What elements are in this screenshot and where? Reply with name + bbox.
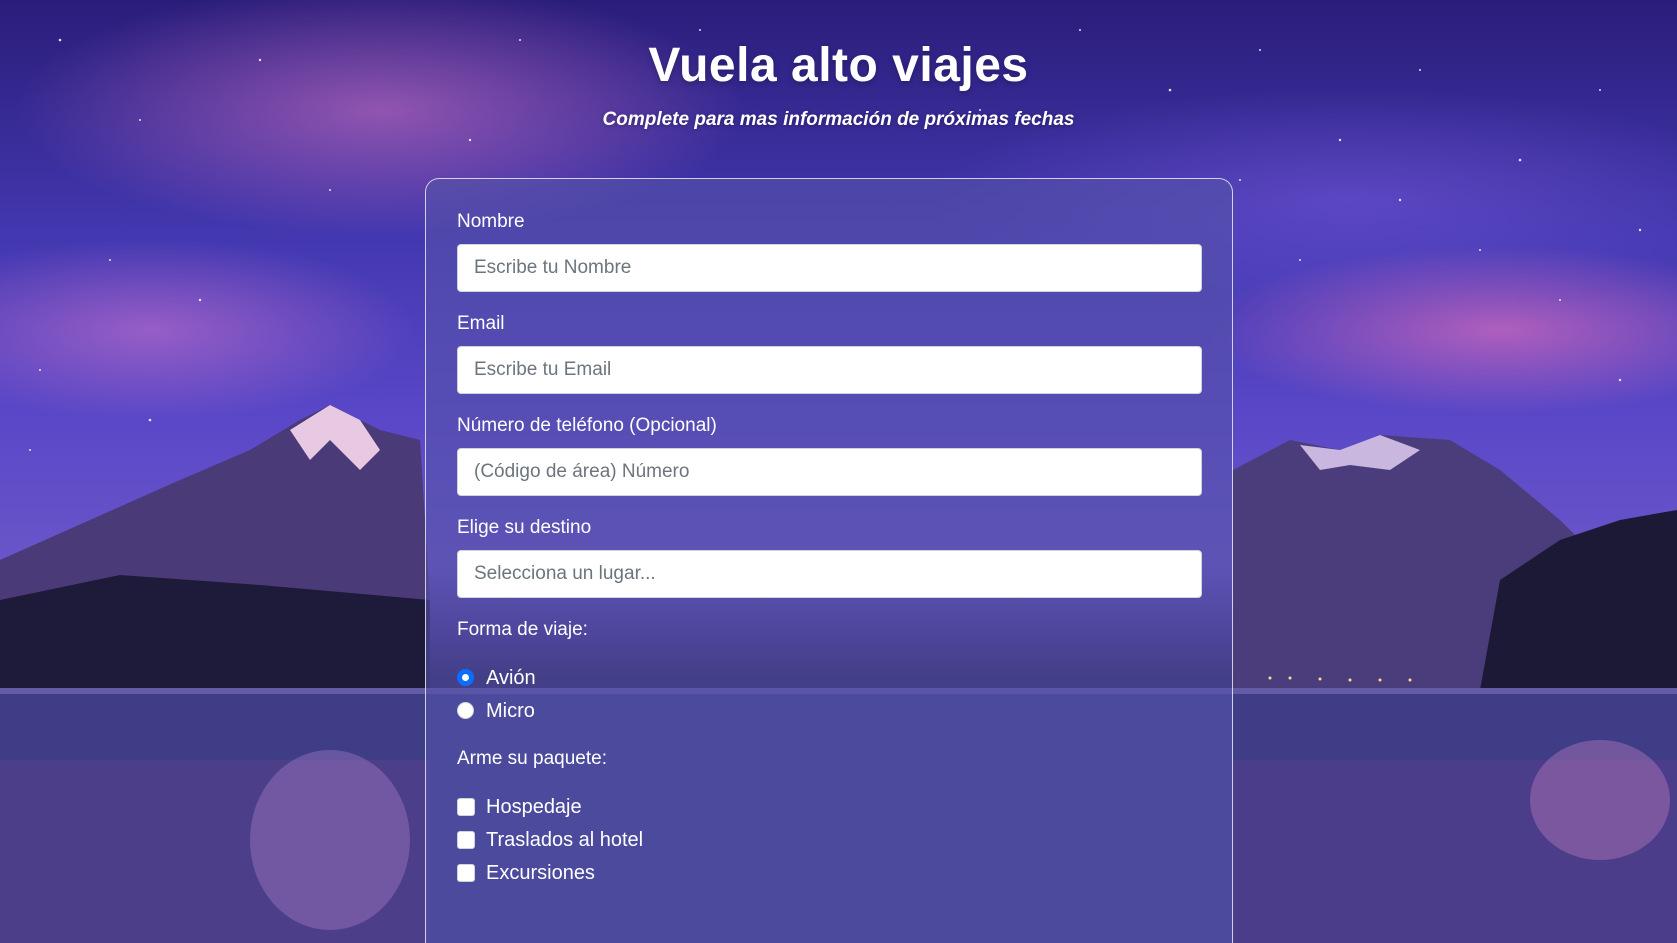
travel-mode-option-avion[interactable]: Avión: [457, 661, 1201, 694]
page-title: Vuela alto viajes: [648, 39, 1029, 92]
traslados-checkbox-label[interactable]: Traslados al hotel: [486, 828, 643, 852]
phone-field-group: Número de teléfono (Opcional): [457, 414, 1202, 496]
travel-mode-option-micro[interactable]: Micro: [457, 694, 1201, 727]
destination-field-group: Elige su destino: [457, 516, 1202, 598]
destination-label: Elige su destino: [457, 517, 592, 538]
avion-radio-label[interactable]: Avión: [486, 666, 536, 690]
contact-form: Nombre Email Número de teléfono (Opciona…: [425, 178, 1233, 943]
email-input[interactable]: [457, 346, 1202, 394]
hospedaje-checkbox-label[interactable]: Hospedaje: [486, 795, 582, 819]
package-checkbox-group: Hospedaje Traslados al hotel Excursiones: [457, 790, 1201, 889]
micro-radio-label[interactable]: Micro: [486, 699, 535, 723]
package-option-excursiones[interactable]: Excursiones: [457, 856, 1201, 889]
destination-input[interactable]: [457, 550, 1202, 598]
package-option-traslados[interactable]: Traslados al hotel: [457, 823, 1201, 856]
travel-mode-radio-group: Avión Micro: [457, 661, 1201, 727]
page-subtitle: Complete para mas información de próxima…: [602, 109, 1075, 130]
name-input[interactable]: [457, 244, 1202, 292]
phone-input[interactable]: [457, 448, 1202, 496]
page-header: Vuela alto viajes Complete para mas info…: [0, 34, 1677, 132]
excursiones-checkbox-label[interactable]: Excursiones: [486, 861, 595, 885]
email-field-group: Email: [457, 312, 1202, 394]
phone-label: Número de teléfono (Opcional): [457, 415, 717, 436]
package-label: Arme su paquete:: [457, 748, 607, 769]
excursiones-checkbox[interactable]: [457, 863, 475, 882]
name-label: Nombre: [457, 211, 525, 232]
email-label: Email: [457, 313, 505, 334]
traslados-checkbox[interactable]: [457, 830, 475, 849]
name-field-group: Nombre: [457, 210, 1202, 292]
micro-radio[interactable]: [457, 702, 474, 719]
package-option-hospedaje[interactable]: Hospedaje: [457, 790, 1201, 823]
avion-radio[interactable]: [457, 669, 474, 686]
travel-mode-label: Forma de viaje:: [457, 619, 588, 640]
hospedaje-checkbox[interactable]: [457, 797, 475, 816]
